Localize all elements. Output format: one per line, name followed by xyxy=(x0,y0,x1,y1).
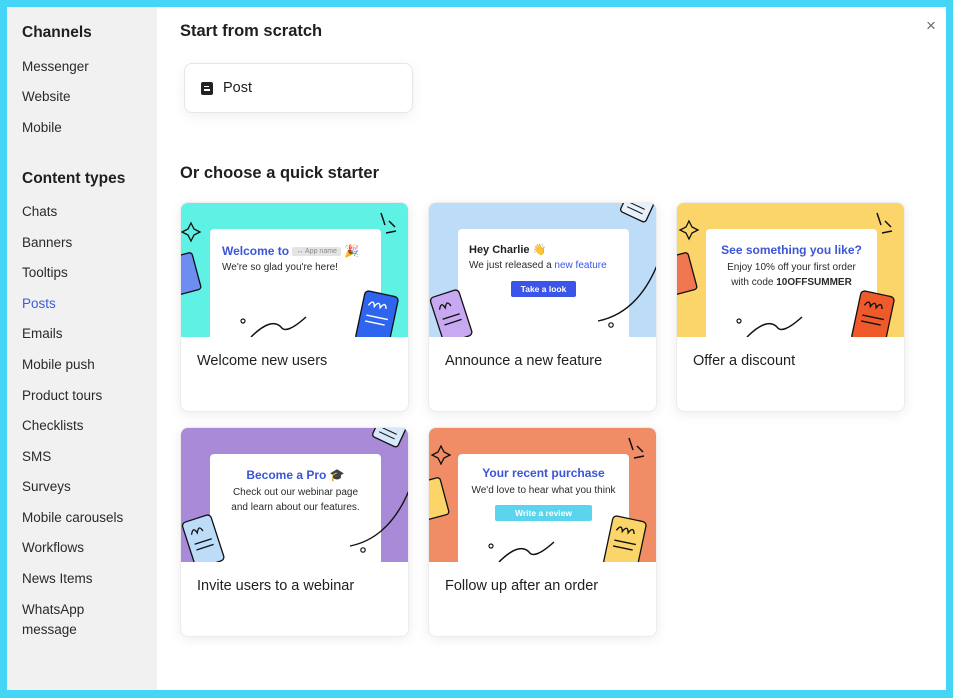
sidebar-item-checklists[interactable]: Checklists xyxy=(22,416,84,436)
preview-message: See something you like? Enjoy 10% off yo… xyxy=(706,229,877,337)
sidebar-item-sms[interactable]: SMS xyxy=(22,447,51,467)
starter-illustration: See something you like? Enjoy 10% off yo… xyxy=(677,203,904,337)
sidebar-item-website[interactable]: Website xyxy=(22,87,71,107)
preview-heading: Become a Pro xyxy=(246,468,327,482)
starter-label: Announce a new feature xyxy=(445,353,603,369)
sidebar-item-product-tours[interactable]: Product tours xyxy=(22,386,102,406)
starter-illustration: Hey Charlie 👋 We just released a new fea… xyxy=(429,203,656,337)
starter-title: Or choose a quick starter xyxy=(180,164,379,182)
content-picker-modal: Channels Messenger Website Mobile Conten… xyxy=(7,7,946,690)
starter-card-offer-discount[interactable]: See something you like? Enjoy 10% off yo… xyxy=(676,202,905,412)
preview-text: Enjoy 10% off your first order xyxy=(727,262,856,273)
app-name-badge: ↔ App name xyxy=(292,247,341,257)
starter-card-welcome[interactable]: Welcome to ↔ App name 🎉 We're so glad yo… xyxy=(180,202,409,412)
preview-message: Welcome to ↔ App name 🎉 We're so glad yo… xyxy=(210,229,381,337)
post-option-button[interactable]: Post xyxy=(184,63,413,113)
post-option-label: Post xyxy=(223,80,253,96)
sidebar-item-emails[interactable]: Emails xyxy=(22,324,63,344)
main-panel: × Start from scratch Post Or choose a qu… xyxy=(157,7,946,690)
preview-text: We're so glad you're here! xyxy=(222,262,338,273)
preview-link: new feature xyxy=(554,260,607,271)
sidebar-item-whatsapp-message[interactable]: WhatsApp message xyxy=(22,600,112,640)
preview-text: We'd love to hear what you think xyxy=(471,485,616,496)
starter-illustration: Welcome to ↔ App name 🎉 We're so glad yo… xyxy=(181,203,408,337)
sidebar-item-mobile-carousels[interactable]: Mobile carousels xyxy=(22,508,123,528)
content-types-heading: Content types xyxy=(22,170,126,187)
graduation-cap-icon: 🎓 xyxy=(329,468,345,482)
preview-text: Check out our webinar page xyxy=(232,487,359,498)
sidebar-item-mobile-push[interactable]: Mobile push xyxy=(22,355,95,375)
sidebar-item-surveys[interactable]: Surveys xyxy=(22,477,71,497)
preview-heading: Welcome to xyxy=(222,244,290,258)
preview-cta-button: Take a look xyxy=(510,281,577,297)
starter-card-follow-up-order[interactable]: Your recent purchase We'd love to hear w… xyxy=(428,427,657,637)
starter-illustration: Your recent purchase We'd love to hear w… xyxy=(429,428,656,562)
starter-card-announce-feature[interactable]: Hey Charlie 👋 We just released a new fea… xyxy=(428,202,657,412)
preview-text-2: with code xyxy=(731,277,777,288)
preview-heading: See something you like? xyxy=(721,243,862,257)
sidebar-item-chats[interactable]: Chats xyxy=(22,202,57,222)
preview-heading: Your recent purchase xyxy=(482,466,605,480)
preview-cta-button: Write a review xyxy=(494,505,592,521)
starter-label: Follow up after an order xyxy=(445,578,599,594)
preview-text: We just released a xyxy=(469,260,555,271)
starter-illustration: Become a Pro 🎓 Check out our webinar pag… xyxy=(181,428,408,562)
sidebar-item-tooltips[interactable]: Tooltips xyxy=(22,263,68,283)
starter-label: Invite users to a webinar xyxy=(197,578,355,594)
sidebar: Channels Messenger Website Mobile Conten… xyxy=(7,7,157,690)
starter-label: Welcome new users xyxy=(197,353,328,369)
sidebar-item-mobile[interactable]: Mobile xyxy=(22,118,62,138)
discount-code: 10OFFSUMMER xyxy=(776,277,852,288)
party-emoji-icon: 🎉 xyxy=(344,244,360,258)
preview-message: Hey Charlie 👋 We just released a new fea… xyxy=(458,229,629,337)
preview-message: Your recent purchase We'd love to hear w… xyxy=(458,454,629,562)
sidebar-item-workflows[interactable]: Workflows xyxy=(22,538,84,558)
preview-message: Become a Pro 🎓 Check out our webinar pag… xyxy=(210,454,381,562)
preview-text-2: and learn about our features. xyxy=(231,502,360,513)
starter-label: Offer a discount xyxy=(693,353,796,369)
channels-heading: Channels xyxy=(22,24,92,41)
starter-card-invite-webinar[interactable]: Become a Pro 🎓 Check out our webinar pag… xyxy=(180,427,409,637)
sidebar-item-news-items[interactable]: News Items xyxy=(22,569,93,589)
sidebar-item-posts[interactable]: Posts xyxy=(22,294,56,314)
wave-emoji-icon: 👋 xyxy=(532,244,547,256)
scratch-title: Start from scratch xyxy=(180,22,323,40)
preview-heading: Hey Charlie xyxy=(469,244,530,256)
post-icon xyxy=(201,81,213,95)
sidebar-item-messenger[interactable]: Messenger xyxy=(22,57,89,77)
sidebar-item-banners[interactable]: Banners xyxy=(22,233,72,253)
close-icon[interactable]: × xyxy=(922,17,940,35)
